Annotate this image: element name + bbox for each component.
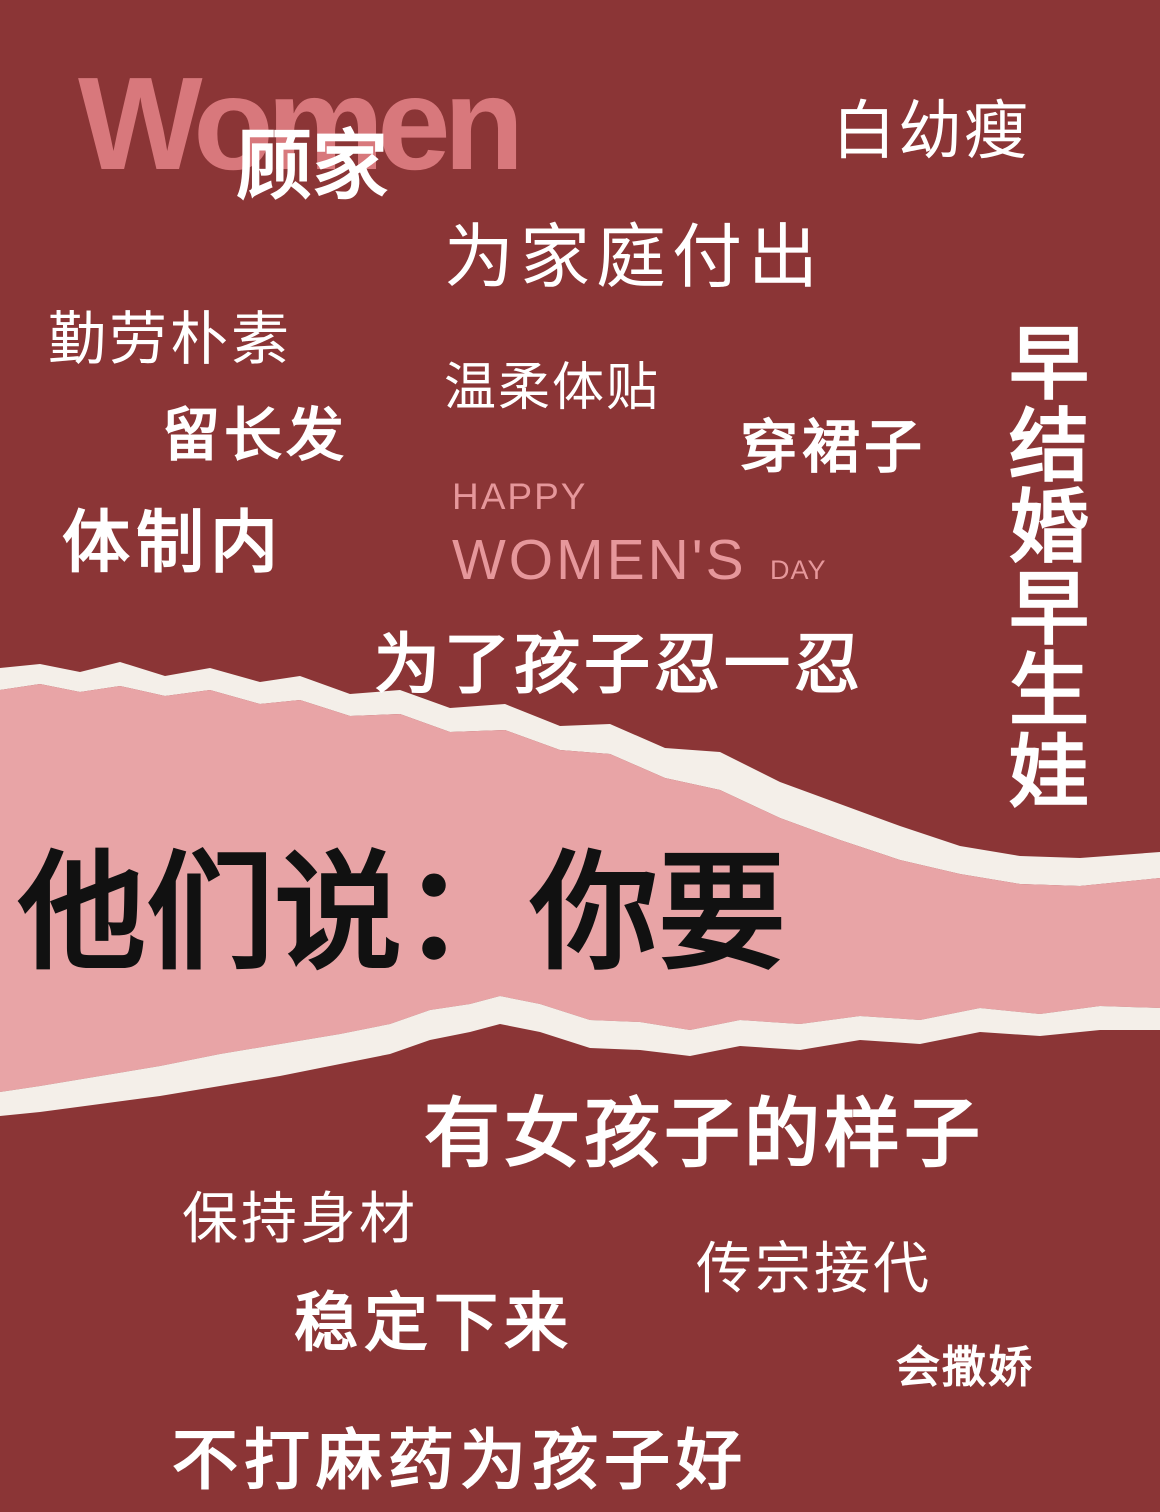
headline: 他们说：你要 [18,839,787,988]
word-wenrou: 温柔体贴 [444,358,661,418]
word-baochi: 保持身材 [182,1187,418,1252]
word-budama: 不打麻药为孩子好 [172,1422,748,1499]
badge-happy: HAPPY [452,476,588,517]
word-gujia: 顾家 [236,121,388,210]
word-baiyoudu: 白幼瘦 [832,95,1030,169]
badge-womens: WOMEN'S [452,528,747,592]
badge-day: DAY [770,555,827,585]
word-liuchangfa: 留长发 [162,401,349,469]
word-zaojiehun-vertical: 早结婚早生娃 [1009,318,1089,819]
word-renyiren: 为了孩子忍一忍 [374,626,864,703]
word-nvhai: 有女孩子的样子 [424,1089,984,1178]
word-tizhinei: 体制内 [62,504,285,583]
word-weijiating: 为家庭付出 [444,216,824,298]
word-sajiao: 会撒娇 [896,1342,1034,1393]
word-qinlao: 勤劳朴素 [48,305,293,373]
word-chuanqunzi: 穿裙子 [740,413,927,481]
word-chuanzong: 传宗接代 [696,1237,932,1302]
poster: Women 顾家 白幼瘦 为家庭付出 勤劳朴素 温柔体贴 留长发 穿裙子 体制内… [0,0,1160,1512]
word-wending: 稳定下来 [294,1287,574,1361]
